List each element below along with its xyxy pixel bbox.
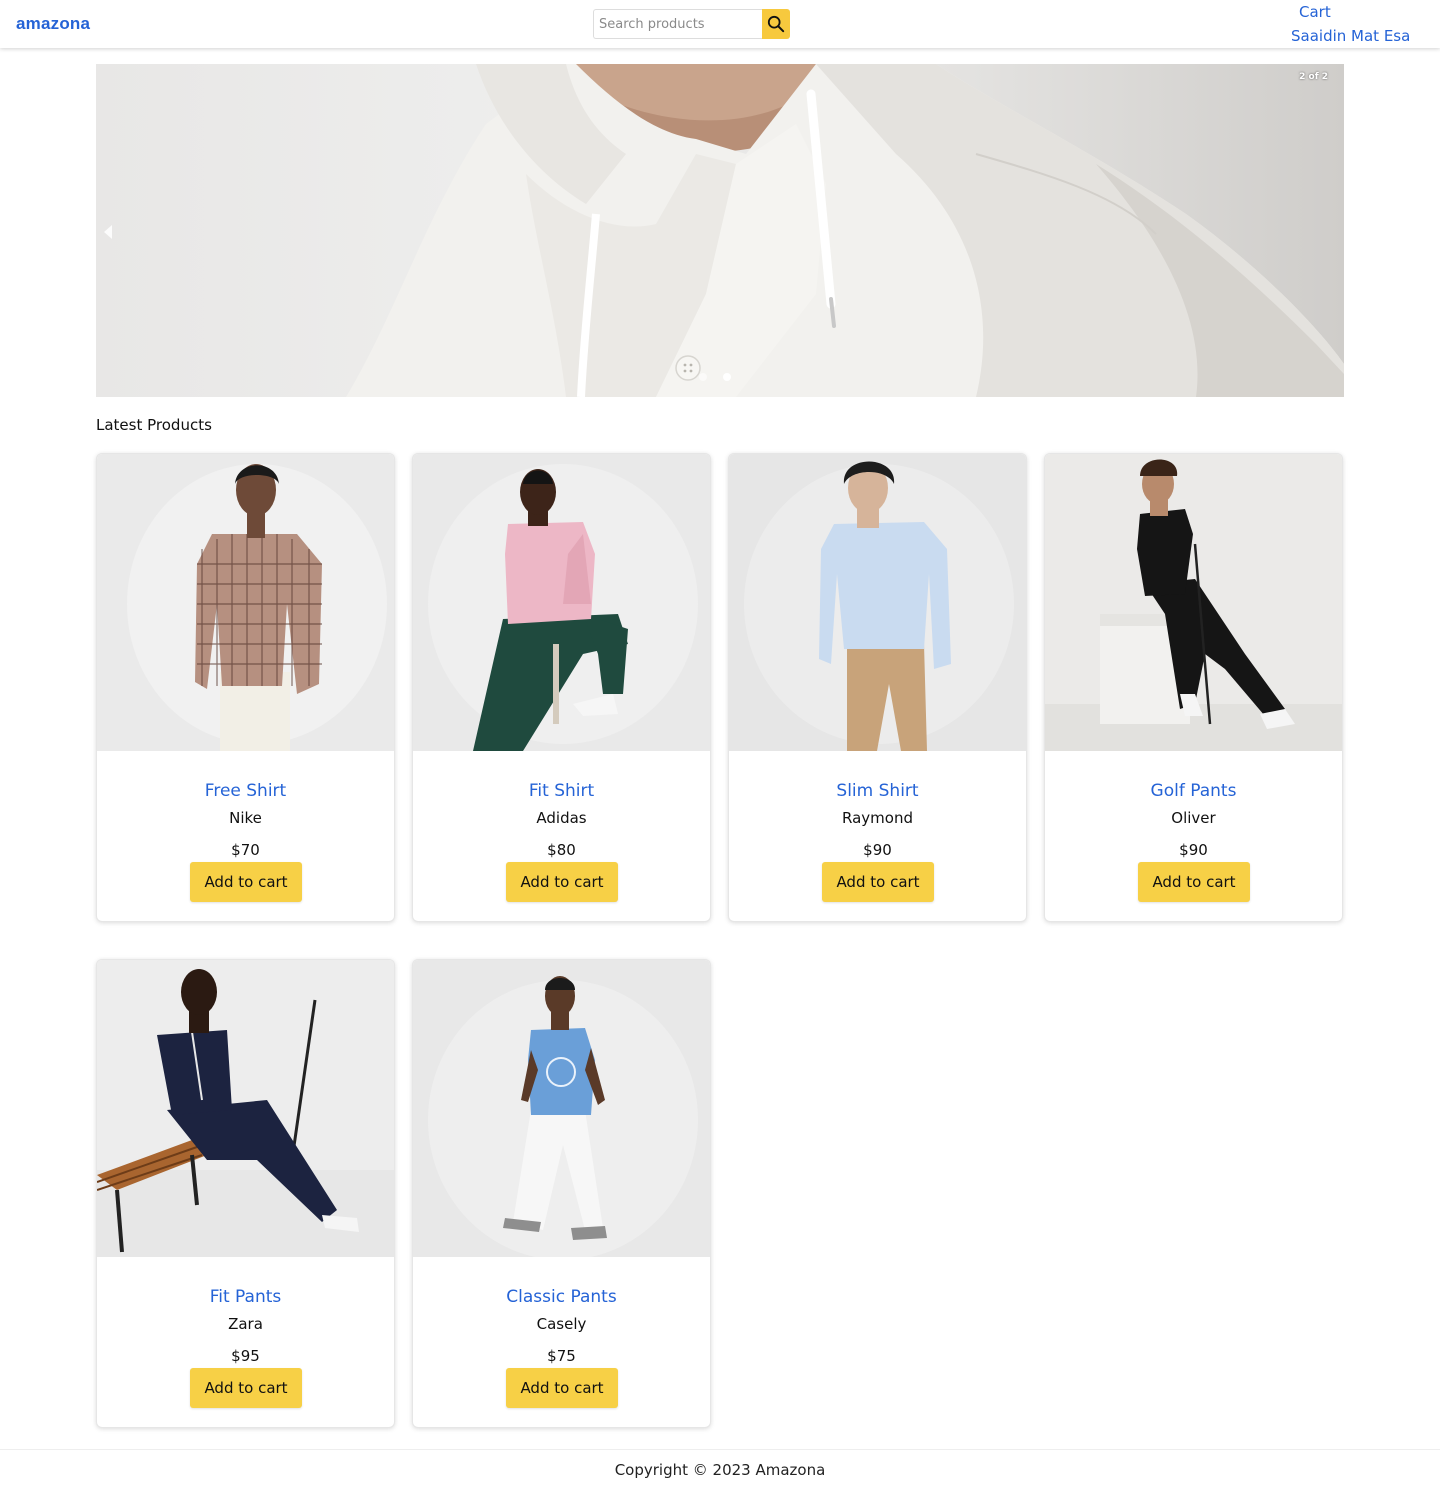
user-menu-link[interactable]: Saaidin Mat Esa [1291, 27, 1410, 45]
product-card: Fit Pants Zara $95 Add to cart [96, 959, 395, 1428]
copyright-text: Copyright © 2023 Amazona [614, 1460, 826, 1479]
product-image[interactable] [413, 454, 710, 751]
product-name-link[interactable]: Slim Shirt [729, 781, 1026, 801]
footer: Copyright © 2023 Amazona [0, 1449, 1440, 1489]
slide-counter: 2 of 2 [1299, 72, 1328, 82]
search-form [593, 9, 790, 39]
product-image[interactable] [729, 454, 1026, 751]
add-to-cart-button[interactable]: Add to cart [822, 862, 934, 902]
product-price: $90 [863, 841, 892, 859]
add-to-cart-button[interactable]: Add to cart [190, 1368, 302, 1408]
product-brand: Adidas [536, 809, 587, 827]
product-price: $70 [231, 841, 260, 859]
product-price: $95 [231, 1347, 260, 1365]
add-to-cart-button[interactable]: Add to cart [190, 862, 302, 902]
product-card: Classic Pants Casely $75 Add to cart [412, 959, 711, 1428]
cart-link[interactable]: Cart [1299, 3, 1331, 21]
product-brand: Oliver [1171, 809, 1216, 827]
product-name-link[interactable]: Fit Shirt [413, 781, 710, 801]
section-title: Latest Products [96, 416, 212, 434]
carousel-dots [699, 373, 731, 381]
product-name-link[interactable]: Free Shirt [97, 781, 394, 801]
add-to-cart-button[interactable]: Add to cart [1138, 862, 1250, 902]
search-input[interactable] [593, 9, 762, 39]
product-name-link[interactable]: Classic Pants [413, 1287, 710, 1307]
product-card: Golf Pants Oliver $90 Add to cart [1044, 453, 1343, 922]
carousel-slide-image [346, 64, 1344, 397]
product-brand: Casely [536, 1315, 587, 1333]
product-image[interactable] [1045, 454, 1342, 751]
featured-carousel[interactable]: 2 of 2 [96, 64, 1344, 397]
search-button[interactable] [762, 9, 790, 39]
product-card: Free Shirt Nike $70 Add to cart [96, 453, 395, 922]
chevron-left-icon[interactable] [104, 225, 112, 239]
add-to-cart-button[interactable]: Add to cart [506, 1368, 618, 1408]
product-price: $90 [1179, 841, 1208, 859]
add-to-cart-button[interactable]: Add to cart [506, 862, 618, 902]
product-card: Fit Shirt Adidas $80 Add to cart [412, 453, 711, 922]
product-name-link[interactable]: Fit Pants [97, 1287, 394, 1307]
carousel-dot-1[interactable] [699, 373, 707, 381]
brand-logo-link[interactable]: amazona [16, 14, 90, 34]
product-brand: Raymond [842, 809, 913, 827]
product-brand: Nike [229, 809, 262, 827]
product-image[interactable] [97, 454, 394, 751]
product-price: $80 [547, 841, 576, 859]
product-image[interactable] [97, 960, 394, 1257]
product-name-link[interactable]: Golf Pants [1045, 781, 1342, 801]
product-card: Slim Shirt Raymond $90 Add to cart [728, 453, 1027, 922]
product-brand: Zara [228, 1315, 263, 1333]
product-image[interactable] [413, 960, 710, 1257]
top-navbar: amazona Cart Saaidin Mat Esa [0, 0, 1440, 48]
carousel-dot-2[interactable] [723, 373, 731, 381]
product-price: $75 [547, 1347, 576, 1365]
search-icon [767, 15, 785, 33]
